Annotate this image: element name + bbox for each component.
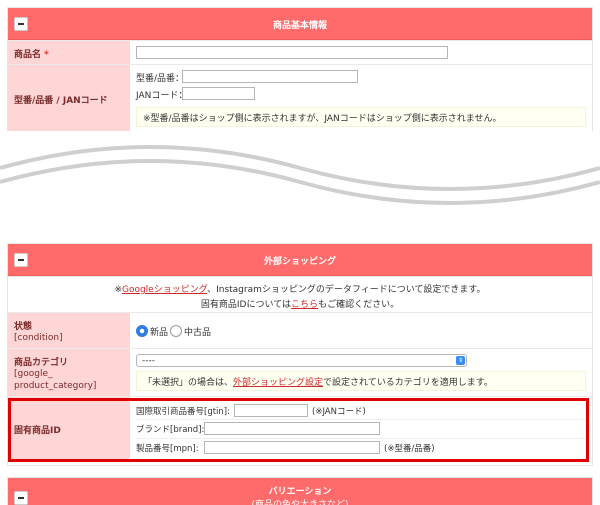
condition-new-radio[interactable] — [136, 325, 148, 337]
condition-row: 状態 [condition] 新品 中古品 — [8, 312, 592, 348]
external-intro-row: ※Googleショッピング、Instagramショッピングのデータフィードについ… — [8, 276, 592, 312]
condition-used-label[interactable]: 中古品 — [184, 325, 211, 338]
condition-sub: [condition] — [14, 333, 63, 343]
here-link[interactable]: こちら — [291, 300, 318, 310]
code-content: 型番/品番： JANコード： ※型番/品番はショップ側に表示されますが、JANコ… — [130, 65, 592, 131]
code-label: 型番/品番 / JANコード — [14, 96, 108, 106]
model-label: 型番/品番： — [136, 74, 185, 84]
category-select-value: ---- — [142, 356, 155, 366]
product-name-label-cell: 商品名 * — [8, 41, 130, 64]
category-select[interactable]: ---- ⇕ — [136, 354, 467, 367]
product-name-content — [130, 41, 592, 64]
condition-label: 状態 — [14, 322, 33, 332]
category-row: 商品カテゴリ [google_ product_category] ---- ⇕… — [8, 348, 592, 396]
category-sub-2: product_category] — [14, 381, 97, 391]
variation-panel: バリエーション (商品の色や大きさなど) — [7, 477, 593, 505]
code-row: 型番/品番 / JANコード 型番/品番： JANコード： ※型番/品番はショッ… — [8, 64, 592, 131]
jan-input[interactable] — [182, 87, 255, 100]
variation-title: バリエーション — [268, 487, 332, 497]
external-shopping-settings-link[interactable]: 外部ショッピング設定 — [233, 378, 323, 388]
product-name-label: 商品名 — [14, 50, 42, 60]
product-name-input[interactable] — [136, 46, 448, 59]
model-input[interactable] — [182, 70, 358, 83]
variation-subtitle: (商品の色や大きさなど) — [251, 500, 349, 505]
condition-label-cell: 状態 [condition] — [8, 313, 130, 348]
category-sub-1: [google_ — [14, 369, 53, 379]
unique-id-highlight — [8, 398, 589, 462]
condition-used-radio[interactable] — [170, 325, 182, 337]
variation-header: バリエーション (商品の色や大きさなど) — [8, 478, 592, 505]
basic-info-header: 商品基本情報 — [8, 8, 592, 40]
select-arrows-icon: ⇕ — [456, 356, 465, 365]
basic-info-panel: 商品基本情報 商品名 * 型番/品番 / JANコード 型番/品番： JANコー… — [7, 7, 593, 131]
category-content: ---- ⇕ 「未選択」の場合は、外部ショッピング設定で設定されているカテゴリを… — [130, 349, 592, 396]
category-label: 商品カテゴリ — [14, 358, 69, 368]
external-shopping-header: 外部ショッピング — [8, 244, 592, 276]
condition-content: 新品 中古品 — [130, 313, 592, 348]
intro-line-1: ※Googleショッピング、Instagramショッピングのデータフィードについ… — [114, 285, 486, 295]
condition-new-label[interactable]: 新品 — [150, 325, 168, 338]
product-name-row: 商品名 * — [8, 40, 592, 64]
section-break-wave — [0, 145, 600, 205]
required-mark: * — [44, 50, 49, 60]
intro-line-2: 固有商品IDについてはこちらもご確認ください。 — [200, 300, 400, 310]
code-note: ※型番/品番はショップ側に表示されますが、JANコードはショップ側に表示されませ… — [136, 107, 586, 127]
jan-label: JANコード： — [136, 91, 188, 101]
category-label-cell: 商品カテゴリ [google_ product_category] — [8, 349, 130, 396]
basic-info-title: 商品基本情報 — [272, 21, 327, 31]
google-shopping-link[interactable]: Googleショッピング — [122, 285, 207, 295]
external-shopping-title: 外部ショッピング — [263, 257, 336, 267]
category-note: 「未選択」の場合は、外部ショッピング設定で設定されているカテゴリを適用します。 — [136, 371, 586, 391]
code-label-cell: 型番/品番 / JANコード — [8, 65, 130, 131]
